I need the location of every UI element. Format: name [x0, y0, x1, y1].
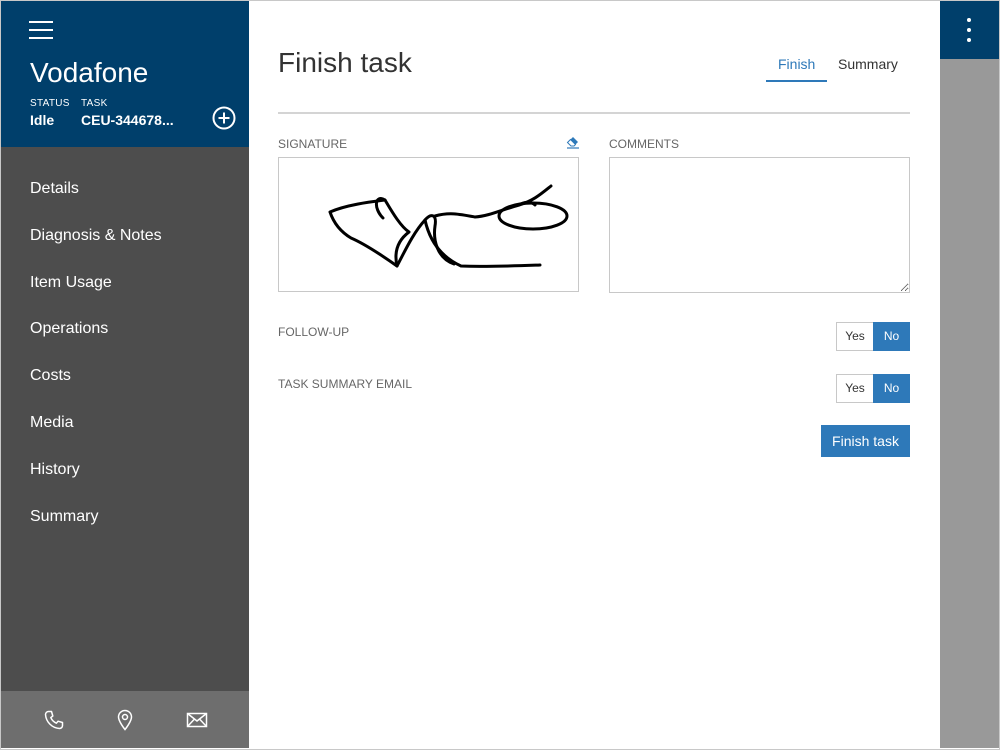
page-title: Finish task	[278, 47, 412, 78]
summary-email-no-option[interactable]: No	[873, 374, 910, 403]
eraser-icon[interactable]	[566, 135, 580, 149]
location-pin-icon[interactable]	[113, 708, 137, 732]
right-rail	[940, 1, 999, 748]
status-value: Idle	[30, 112, 55, 128]
sidebar-nav: Details Diagnosis & Notes Item Usage Ope…	[1, 166, 249, 540]
sidebar-item-details[interactable]: Details	[1, 166, 249, 213]
status-label: STATUS	[30, 98, 70, 109]
summary-email-yes-option[interactable]: Yes	[836, 374, 873, 403]
follow-up-label: FOLLOW-UP	[278, 325, 350, 339]
sidebar-item-media[interactable]: Media	[1, 400, 249, 447]
tab-summary[interactable]: Summary	[838, 56, 898, 72]
task-label: TASK	[81, 98, 108, 109]
mail-icon[interactable]	[185, 708, 209, 732]
header-divider	[278, 112, 910, 114]
sidebar-footer	[1, 691, 249, 748]
signature-pad[interactable]	[278, 157, 579, 292]
finish-task-button[interactable]: Finish task	[821, 425, 910, 457]
sidebar-item-diagnosis-notes[interactable]: Diagnosis & Notes	[1, 213, 249, 260]
hamburger-menu-icon[interactable]	[29, 21, 53, 41]
tab-finish[interactable]: Finish	[778, 56, 815, 72]
sidebar: Vodafone STATUS TASK Idle CEU-344678... …	[1, 1, 249, 748]
sidebar-item-operations[interactable]: Operations	[1, 306, 249, 353]
sidebar-item-summary[interactable]: Summary	[1, 494, 249, 541]
brand-name: Vodafone	[30, 57, 149, 88]
active-tab-indicator	[766, 80, 827, 82]
signature-label: SIGNATURE	[278, 137, 348, 151]
more-options-icon[interactable]	[940, 1, 999, 59]
sidebar-item-item-usage[interactable]: Item Usage	[1, 260, 249, 307]
signature-drawing	[328, 184, 569, 268]
comments-textarea[interactable]	[609, 157, 910, 293]
task-value: CEU-344678...	[81, 112, 174, 128]
comments-label: COMMENTS	[609, 137, 679, 151]
sidebar-header: Vodafone STATUS TASK Idle CEU-344678...	[1, 1, 249, 147]
task-summary-email-toggle: Yes No	[836, 374, 910, 403]
add-circle-icon[interactable]	[212, 106, 236, 130]
task-summary-email-label: TASK SUMMARY EMAIL	[278, 377, 413, 391]
follow-up-no-option[interactable]: No	[873, 322, 910, 351]
sidebar-item-costs[interactable]: Costs	[1, 353, 249, 400]
phone-icon[interactable]	[42, 708, 66, 732]
sidebar-item-history[interactable]: History	[1, 447, 249, 494]
follow-up-toggle: Yes No	[836, 322, 910, 351]
follow-up-yes-option[interactable]: Yes	[836, 322, 873, 351]
